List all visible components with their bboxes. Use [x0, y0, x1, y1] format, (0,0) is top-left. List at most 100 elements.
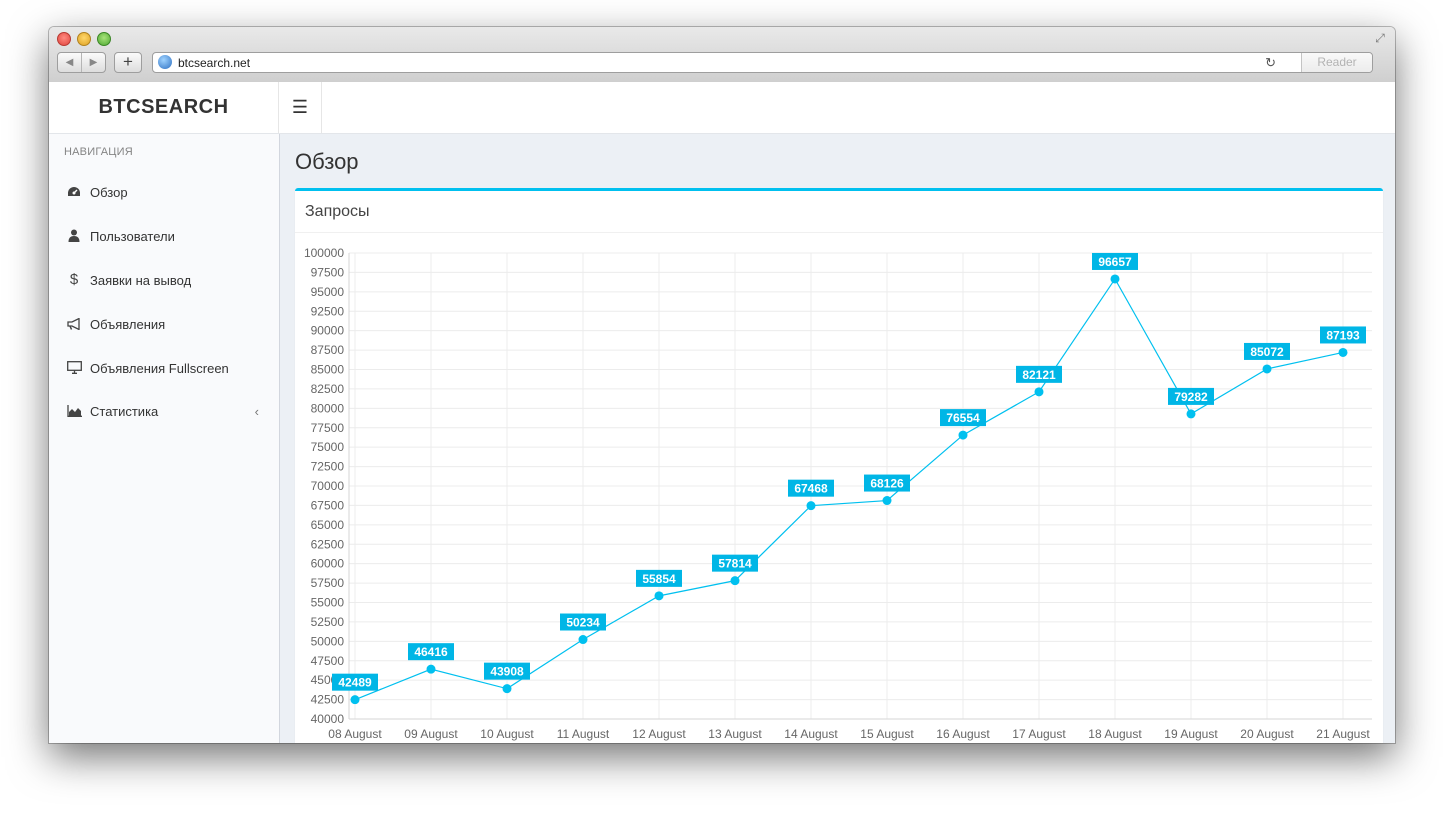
admin-page: BTCSEARCH ☰ НАВИГАЦИЯ Обзор Пользователи…: [49, 82, 1395, 743]
y-tick-label: 85000: [311, 363, 345, 377]
sidebar-toggle-icon[interactable]: ☰: [279, 82, 322, 133]
sidebar-item-ads[interactable]: Объявления: [49, 303, 279, 347]
new-tab-button[interactable]: +: [114, 52, 142, 73]
x-tick-label: 08 August: [328, 727, 382, 741]
data-label: 87193: [1326, 328, 1360, 342]
y-tick-label: 47500: [311, 654, 345, 668]
back-arrow-icon[interactable]: ◀: [58, 53, 82, 72]
y-tick-label: 65000: [311, 518, 345, 532]
data-point: [730, 576, 740, 586]
close-window-button[interactable]: [57, 32, 71, 46]
y-tick-label: 87500: [311, 343, 345, 357]
sidebar-item-statistics[interactable]: Статистика ‹: [49, 390, 279, 434]
requests-box: Запросы 40000 42500 45000 47500 50000 52500 55…: [295, 188, 1383, 743]
y-tick-label: 42500: [311, 693, 345, 707]
sidebar-item-withdrawals[interactable]: $ Заявки на вывод: [49, 259, 279, 303]
dashboard-icon: [66, 183, 82, 201]
globe-icon: [158, 55, 172, 69]
x-tick-label: 09 August: [404, 727, 458, 741]
y-tick-label: 100000: [304, 246, 344, 260]
y-tick-label: 82500: [311, 382, 345, 396]
sidebar-item-label: Пользователи: [90, 229, 175, 244]
user-icon: [66, 227, 82, 245]
data-label: 50234: [566, 616, 600, 630]
data-point: [426, 664, 436, 674]
sidebar-item-overview[interactable]: Обзор: [49, 171, 279, 215]
sidebar-header: НАВИГАЦИЯ: [64, 146, 133, 158]
url-text[interactable]: btcsearch.net: [178, 56, 250, 70]
data-point: [882, 496, 892, 506]
top-navbar: BTCSEARCH ☰: [49, 82, 1395, 134]
y-tick-label: 52500: [311, 615, 345, 629]
data-point: [806, 501, 816, 511]
x-tick-label: 10 August: [480, 727, 534, 741]
chevron-left-icon[interactable]: ‹: [255, 404, 259, 419]
y-tick-label: 77500: [311, 421, 345, 435]
y-tick-label: 72500: [311, 460, 345, 474]
x-tick-label: 11 August: [557, 727, 610, 741]
data-label: 85072: [1250, 345, 1284, 359]
data-label: 43908: [490, 665, 524, 679]
series-line: [354, 277, 1344, 701]
sidebar-item-label: Объявления: [90, 317, 166, 332]
zoom-window-button[interactable]: [97, 32, 111, 46]
x-tick-label: 14 August: [784, 727, 838, 741]
y-tick-label: 40000: [311, 712, 345, 726]
data-point: [578, 635, 588, 645]
y-tick-label: 70000: [311, 479, 345, 493]
requests-line-chart: 4000042500450004750050000525005500057500…: [304, 246, 1372, 741]
data-point: [1110, 274, 1120, 284]
data-label: 67468: [794, 482, 828, 496]
reader-button[interactable]: Reader: [1301, 53, 1372, 72]
browser-toolbar: ⤢ ◀ ▶ + btcsearch.net ↻ Reader: [49, 27, 1395, 83]
data-point: [958, 430, 968, 440]
browser-window: ⤢ ◀ ▶ + btcsearch.net ↻ Reader BTCSEARCH…: [49, 27, 1395, 743]
logo[interactable]: BTCSEARCH: [49, 82, 279, 133]
data-point: [1186, 409, 1196, 419]
sidebar-item-label: Заявки на вывод: [90, 273, 192, 288]
dollar-icon: $: [69, 271, 79, 288]
y-tick-label: 80000: [311, 401, 345, 415]
y-tick-label: 67500: [311, 498, 345, 512]
history-nav: ◀ ▶: [57, 52, 106, 73]
data-label: 68126: [870, 477, 904, 491]
reload-icon[interactable]: ↻: [1265, 54, 1276, 71]
x-tick-label: 13 August: [708, 727, 762, 741]
data-point: [654, 591, 664, 601]
y-tick-label: 92500: [311, 304, 345, 318]
x-tick-label: 15 August: [860, 727, 914, 741]
data-label: 79282: [1174, 390, 1208, 404]
data-label: 96657: [1098, 255, 1132, 269]
sidebar: НАВИГАЦИЯ Обзор Пользователи $ Заявки на…: [49, 134, 280, 743]
x-tick-label: 17 August: [1012, 727, 1066, 741]
y-tick-label: 97500: [311, 265, 345, 279]
y-tick-label: 60000: [311, 557, 345, 571]
y-tick-label: 95000: [311, 285, 345, 299]
x-tick-label: 21 August: [1316, 727, 1370, 741]
data-point: [1034, 387, 1044, 397]
y-tick-label: 50000: [311, 634, 345, 648]
x-tick-label: 19 August: [1164, 727, 1218, 741]
forward-arrow-icon[interactable]: ▶: [82, 53, 105, 72]
page-title: Обзор: [295, 149, 359, 174]
y-tick-label: 55000: [311, 596, 345, 610]
data-point: [1338, 347, 1348, 357]
x-tick-label: 20 August: [1240, 727, 1294, 741]
sidebar-item-users[interactable]: Пользователи: [49, 215, 279, 259]
data-point: [350, 695, 360, 705]
sidebar-item-label: Объявления Fullscreen: [90, 361, 229, 376]
y-tick-label: 62500: [311, 537, 345, 551]
address-bar[interactable]: btcsearch.net ↻ Reader: [152, 52, 1373, 73]
data-label: 46416: [414, 645, 448, 659]
y-tick-label: 75000: [311, 440, 345, 454]
fullscreen-icon[interactable]: ⤢: [1373, 31, 1387, 45]
data-label: 42489: [338, 676, 372, 690]
sidebar-item-ads-fullscreen[interactable]: Объявления Fullscreen: [49, 347, 279, 391]
data-label: 55854: [642, 572, 676, 586]
x-tick-label: 12 August: [632, 727, 686, 741]
minimize-window-button[interactable]: [77, 32, 91, 46]
sidebar-item-label: Статистика: [90, 404, 159, 419]
y-tick-label: 90000: [311, 324, 345, 338]
area-chart-icon: [66, 402, 82, 420]
data-label: 82121: [1022, 368, 1056, 382]
